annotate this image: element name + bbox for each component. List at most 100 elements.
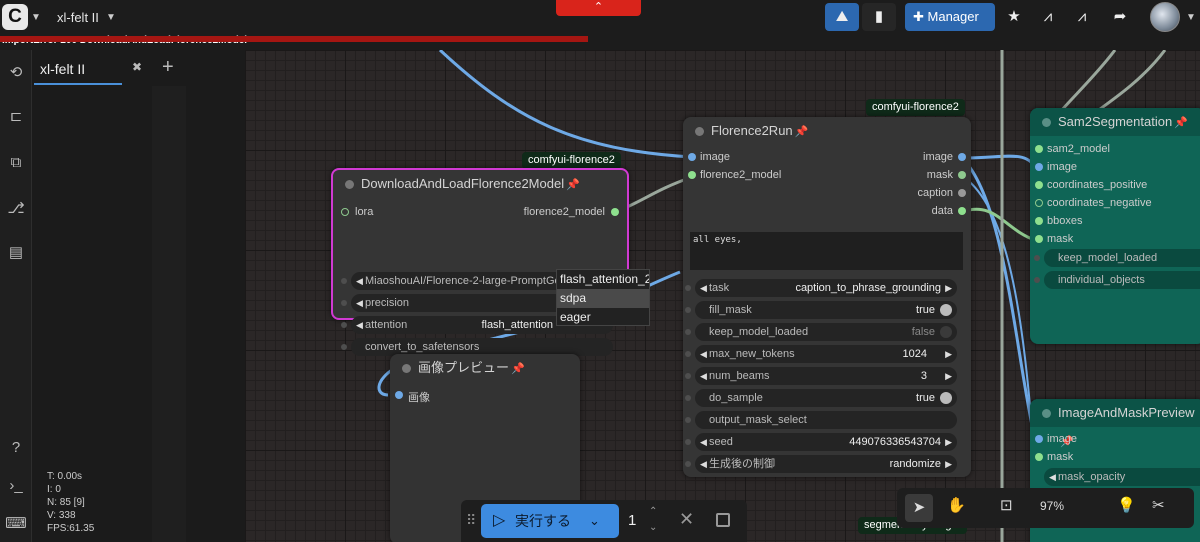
chevron-down-icon[interactable]: ▼ — [1186, 12, 1196, 23]
star-icon[interactable]: ★ — [1000, 3, 1028, 31]
arrow-left-icon[interactable]: ◀ — [700, 433, 707, 451]
chevron-down-icon[interactable]: ▼ — [31, 12, 41, 23]
num-beams-input[interactable]: ◀ num_beams 3 ▶ — [685, 367, 957, 385]
individual-objects-toggle[interactable]: individual_objects — [1034, 271, 1200, 289]
arrow-left-icon[interactable]: ◀ — [356, 272, 363, 290]
arrow-left-icon[interactable]: ◀ — [1049, 468, 1056, 486]
node-library-icon[interactable]: ⊏ — [5, 106, 27, 128]
model-manager-icon[interactable]: ⩘ — [1068, 3, 1096, 31]
node-title[interactable]: Sam2Segmentation 📌 — [1030, 108, 1200, 136]
link-visibility-icon[interactable]: ✂ — [1152, 496, 1165, 514]
collapse-dot-icon[interactable] — [345, 180, 354, 189]
output-mask-select-input[interactable]: output_mask_select — [685, 411, 957, 429]
close-icon[interactable]: ✖ — [132, 60, 142, 74]
output-slot-dot[interactable] — [958, 207, 966, 215]
add-tab-icon[interactable]: + — [162, 56, 174, 79]
collapse-dot-icon[interactable] — [695, 127, 704, 136]
arrow-left-icon[interactable]: ◀ — [700, 367, 707, 385]
queue-indicator-icon[interactable]: ⌃ — [556, 0, 641, 16]
workflows-icon[interactable]: ⎇ — [5, 198, 27, 220]
arrow-left-icon[interactable]: ◀ — [700, 279, 707, 297]
control-after-generate-select[interactable]: ◀ 生成後の制御 randomize ▶ — [685, 455, 957, 473]
manager-button[interactable]: ✚ Manager — [905, 3, 995, 31]
input-slot-dot[interactable] — [1035, 235, 1043, 243]
task-select[interactable]: ◀ task caption_to_phrase_grounding ▶ — [685, 279, 957, 297]
arrow-right-icon[interactable]: ▶ — [945, 455, 952, 473]
keep-model-loaded-toggle[interactable]: keep_model_loaded false — [685, 323, 957, 341]
attention-dropdown[interactable]: flash_attention_2 sdpa eager — [556, 269, 650, 326]
arrow-right-icon[interactable]: ▶ — [945, 367, 952, 385]
bookmark-icon[interactable]: ▮ — [862, 3, 896, 31]
collapse-dot-icon[interactable] — [1042, 409, 1051, 418]
max-new-tokens-input[interactable]: ◀ max_new_tokens 1024 ▶ — [685, 345, 957, 363]
dropdown-option[interactable]: flash_attention_2 — [557, 270, 649, 289]
do-sample-toggle[interactable]: do_sample true — [685, 389, 957, 407]
toggle-knob[interactable] — [940, 304, 952, 316]
arrow-right-icon[interactable]: ▶ — [945, 279, 952, 297]
input-slot-dot[interactable] — [1035, 199, 1043, 207]
keep-model-loaded-toggle[interactable]: keep_model_loaded — [1034, 249, 1200, 267]
chevron-down-icon[interactable]: ⌄ — [589, 504, 600, 538]
workflow-title[interactable]: xl-felt II — [57, 10, 99, 25]
lightbulb-icon[interactable]: 💡 — [1117, 496, 1136, 514]
input-slot-dot[interactable] — [341, 208, 349, 216]
chart-icon[interactable]: ⩘ — [1034, 3, 1062, 31]
fit-view-icon[interactable]: ⊡ — [1000, 496, 1013, 514]
arrow-left-icon[interactable]: ◀ — [700, 345, 707, 363]
input-slot-dot[interactable] — [395, 391, 403, 399]
arrow-left-icon[interactable]: ◀ — [356, 316, 363, 334]
chevron-down-icon[interactable]: ▼ — [106, 12, 116, 23]
output-slot-dot[interactable] — [958, 171, 966, 179]
input-slot-dot[interactable] — [1035, 435, 1043, 443]
run-button[interactable]: ▷ 実行する ⌄ — [481, 504, 619, 538]
collapse-dot-icon[interactable] — [1042, 118, 1051, 127]
toggle-knob[interactable] — [940, 392, 952, 404]
tab-workflow[interactable]: xl-felt II — [34, 55, 122, 85]
input-slot-dot[interactable] — [1035, 217, 1043, 225]
output-slot-dot[interactable] — [958, 189, 966, 197]
zoom-level[interactable]: 97% — [1040, 499, 1064, 513]
keyboard-icon[interactable]: ⌨ — [5, 513, 27, 535]
stop-icon[interactable] — [716, 513, 730, 527]
model-icon[interactable]: ⛰ — [825, 3, 859, 31]
sam2-segmentation-node[interactable]: Sam2Segmentation 📌 sam2_model image coord… — [1030, 108, 1200, 344]
fill-mask-toggle[interactable]: fill_mask true — [685, 301, 957, 319]
input-slot-dot[interactable] — [1035, 181, 1043, 189]
node-title[interactable]: ImageAndMaskPreview📌 — [1030, 399, 1200, 448]
input-slot-dot[interactable] — [1035, 163, 1043, 171]
dropdown-option[interactable]: eager — [557, 308, 649, 327]
share-icon[interactable]: ➦ — [1106, 3, 1134, 31]
avatar[interactable] — [1150, 2, 1180, 32]
output-slot-dot[interactable] — [611, 208, 619, 216]
mask-opacity-input[interactable]: ◀ mask_opacity — [1044, 468, 1200, 486]
toggle-knob[interactable] — [940, 326, 952, 338]
graph-canvas[interactable]: comfyui-florence2 DownloadAndLoadFlorenc… — [245, 50, 1200, 542]
history-icon[interactable]: ⟲ — [5, 62, 27, 84]
cancel-icon[interactable]: ✕ — [679, 509, 694, 530]
drag-handle-icon[interactable]: ⠿ — [466, 512, 476, 529]
decrement-icon[interactable]: ⌄ — [649, 522, 657, 533]
collapse-dot-icon[interactable] — [402, 364, 411, 373]
help-icon[interactable]: ? — [5, 437, 27, 459]
text-prompt-field[interactable]: all eyes, — [690, 232, 963, 270]
seed-input[interactable]: ◀ seed 449076336543704 ▶ — [685, 433, 957, 451]
terminal-icon[interactable]: ›_ — [5, 475, 27, 497]
input-slot-dot[interactable] — [1035, 453, 1043, 461]
model-library-icon[interactable]: ⧉ — [5, 152, 27, 174]
node-title[interactable]: DownloadAndLoadFlorence2Model 📌 — [333, 170, 627, 198]
arrow-right-icon[interactable]: ▶ — [945, 433, 952, 451]
hand-tool-icon[interactable]: ✋ — [947, 496, 966, 514]
comfy-logo-icon[interactable]: C — [2, 4, 28, 30]
select-tool-icon[interactable]: ➤ — [905, 494, 933, 522]
dropdown-option[interactable]: sdpa — [557, 289, 649, 308]
florence2-run-node[interactable]: Florence2Run 📌 image florence2_model imag… — [683, 117, 971, 477]
output-slot-dot[interactable] — [958, 153, 966, 161]
arrow-left-icon[interactable]: ◀ — [356, 294, 363, 312]
arrow-right-icon[interactable]: ▶ — [945, 345, 952, 363]
input-slot-dot[interactable] — [688, 153, 696, 161]
arrow-left-icon[interactable]: ◀ — [700, 455, 707, 473]
node-title[interactable]: Florence2Run 📌 — [683, 117, 971, 145]
node-title[interactable]: 画像プレビュー 📌 — [390, 354, 580, 382]
templates-icon[interactable]: ▤ — [5, 242, 27, 264]
batch-count[interactable]: 1 — [628, 512, 636, 529]
